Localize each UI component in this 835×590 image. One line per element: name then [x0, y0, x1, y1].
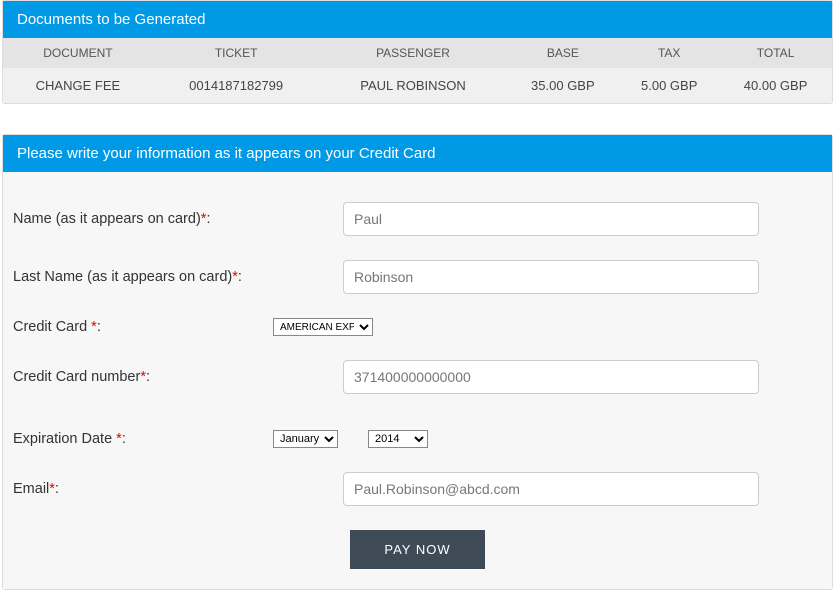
colon: :: [97, 319, 101, 335]
ccnum-label: Credit Card number*:: [13, 369, 273, 385]
email-label-text: Email: [13, 481, 49, 497]
name-label-text: Name (as it appears on card): [13, 211, 201, 227]
cell-document: CHANGE FEE: [3, 68, 153, 103]
documents-table: DOCUMENT TICKET PASSENGER BASE TAX TOTAL…: [3, 38, 832, 103]
lastname-label: Last Name (as it appears on card)*:: [13, 269, 273, 285]
exp-label: Expiration Date *:: [13, 431, 273, 447]
col-tax: TAX: [619, 38, 719, 68]
ccnum-label-text: Credit Card number: [13, 369, 140, 385]
col-total: TOTAL: [719, 38, 832, 68]
row-name: Name (as it appears on card)*:: [13, 202, 822, 236]
row-cctype: Credit Card *: AMERICAN EXPRESS: [13, 318, 822, 336]
name-input[interactable]: [343, 202, 759, 236]
row-expiration: Expiration Date *: January 2014: [13, 430, 822, 448]
exp-label-text: Expiration Date: [13, 431, 116, 447]
cctype-select[interactable]: AMERICAN EXPRESS: [273, 318, 373, 336]
cell-ticket: 0014187182799: [153, 68, 320, 103]
lastname-input[interactable]: [343, 260, 759, 294]
pay-button-row: PAY NOW: [13, 530, 822, 569]
colon: :: [122, 431, 126, 447]
colon: :: [238, 269, 242, 285]
exp-month-select[interactable]: January: [273, 430, 338, 448]
pay-now-button[interactable]: PAY NOW: [350, 530, 484, 569]
row-email: Email*:: [13, 472, 822, 506]
col-document: DOCUMENT: [3, 38, 153, 68]
cc-panel-title: Please write your information as it appe…: [3, 135, 832, 172]
email-input[interactable]: [343, 472, 759, 506]
spacer: [0, 104, 835, 134]
credit-card-panel: Please write your information as it appe…: [2, 134, 833, 590]
exp-year-select[interactable]: 2014: [368, 430, 428, 448]
ccnum-input[interactable]: [343, 360, 759, 394]
col-base: BASE: [506, 38, 619, 68]
table-header-row: DOCUMENT TICKET PASSENGER BASE TAX TOTAL: [3, 38, 832, 68]
table-row: CHANGE FEE 0014187182799 PAUL ROBINSON 3…: [3, 68, 832, 103]
documents-panel: Documents to be Generated DOCUMENT TICKE…: [2, 0, 833, 104]
name-label: Name (as it appears on card)*:: [13, 211, 273, 227]
row-lastname: Last Name (as it appears on card)*:: [13, 260, 822, 294]
col-passenger: PASSENGER: [319, 38, 506, 68]
documents-panel-title: Documents to be Generated: [3, 1, 832, 38]
colon: :: [206, 211, 210, 227]
col-ticket: TICKET: [153, 38, 320, 68]
cc-form: Name (as it appears on card)*: Last Name…: [3, 172, 832, 589]
lastname-label-text: Last Name (as it appears on card): [13, 269, 232, 285]
cell-base: 35.00 GBP: [506, 68, 619, 103]
colon: :: [146, 369, 150, 385]
cell-passenger: PAUL ROBINSON: [319, 68, 506, 103]
cell-tax: 5.00 GBP: [619, 68, 719, 103]
cell-total: 40.00 GBP: [719, 68, 832, 103]
cctype-label-text: Credit Card: [13, 319, 91, 335]
row-ccnum: Credit Card number*:: [13, 360, 822, 394]
email-label: Email*:: [13, 481, 273, 497]
cctype-label: Credit Card *:: [13, 319, 273, 335]
colon: :: [55, 481, 59, 497]
